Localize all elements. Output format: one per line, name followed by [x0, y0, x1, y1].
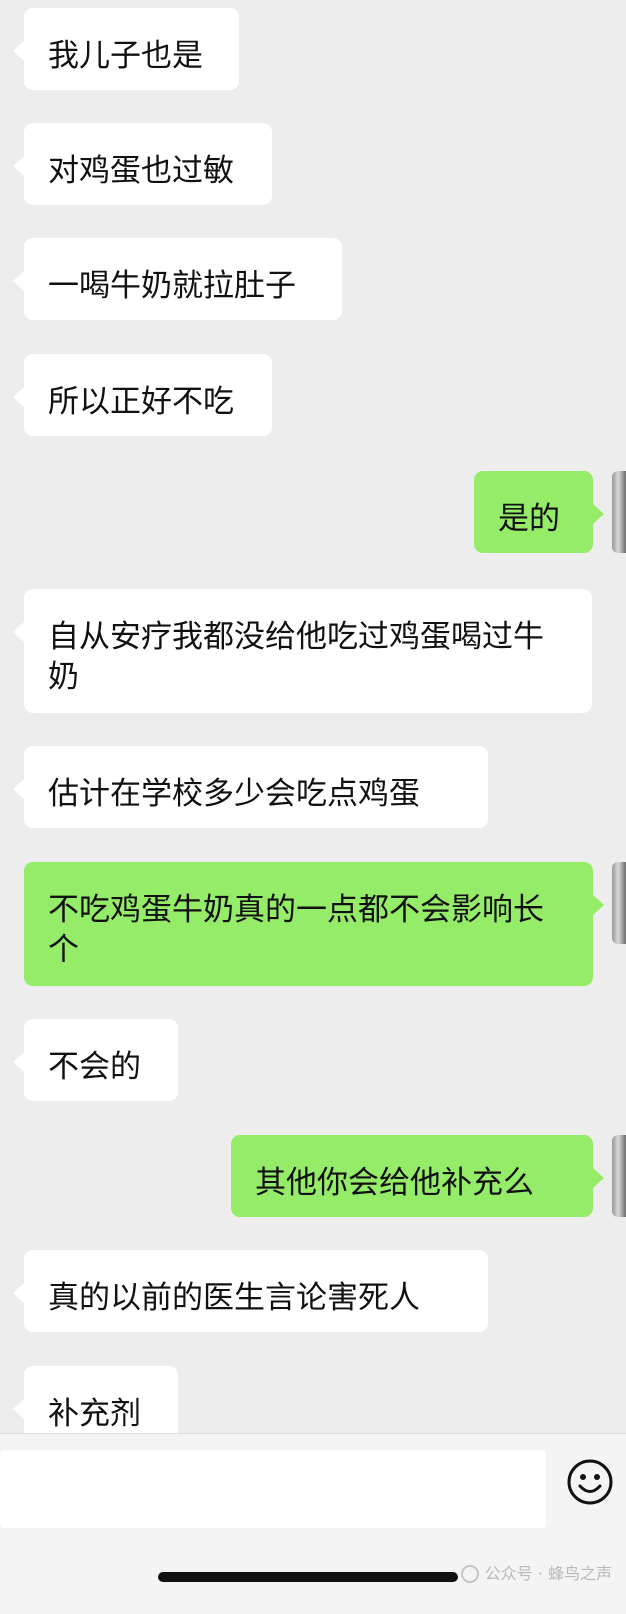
home-indicator[interactable] [158, 1572, 458, 1582]
watermark: 公众号 · 蜂鸟之声 [460, 1557, 612, 1591]
avatar[interactable] [612, 862, 626, 944]
message-bubble-incoming[interactable]: 一喝牛奶就拉肚子 [13, 238, 342, 320]
message-bubble-incoming[interactable]: 真的以前的医生言论害死人 [13, 1250, 488, 1332]
message-bubble-incoming[interactable]: 估计在学校多少会吃点鸡蛋 [13, 746, 488, 828]
message-bubble-outgoing[interactable]: 其他你会给他补充么 [231, 1135, 604, 1217]
avatar[interactable] [612, 471, 626, 553]
message-bubble-incoming[interactable]: 我儿子也是 [13, 8, 239, 90]
wechat-public-account-icon [460, 1565, 479, 1583]
avatar[interactable] [612, 1135, 626, 1217]
message-bubble-incoming[interactable]: 对鸡蛋也过敏 [13, 123, 272, 205]
smiley-icon[interactable] [566, 1458, 614, 1506]
message-bubble-incoming[interactable]: 补充剂 [13, 1366, 178, 1433]
watermark-text: 公众号 · 蜂鸟之声 [484, 1564, 612, 1583]
message-bubble-outgoing[interactable]: 不吃鸡蛋牛奶真的一点都不会影响长个 [24, 862, 604, 986]
message-bubble-incoming[interactable]: 自从安疗我都没给他吃过鸡蛋喝过牛奶 [13, 589, 592, 713]
message-input[interactable] [0, 1450, 546, 1528]
chat-message-list[interactable]: 我儿子也是 对鸡蛋也过敏 一喝牛奶就拉肚子 所以正好不吃 是的 自从安疗我都没给… [0, 0, 626, 1433]
message-bubble-outgoing[interactable]: 是的 [474, 471, 604, 553]
message-bubble-incoming[interactable]: 不会的 [13, 1019, 178, 1101]
message-bubble-incoming[interactable]: 所以正好不吃 [13, 354, 272, 436]
